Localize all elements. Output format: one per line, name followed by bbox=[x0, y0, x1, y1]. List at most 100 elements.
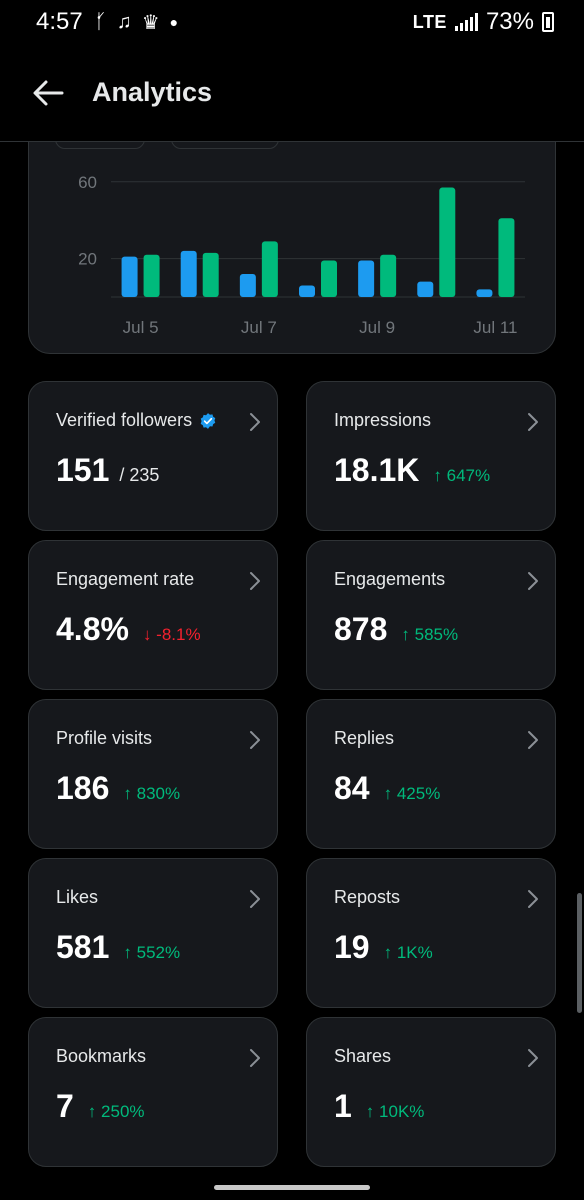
metric-row: 19 ↑ 1K% bbox=[334, 929, 529, 966]
bar-series-1-jul-7[interactable] bbox=[239, 273, 256, 297]
x-tick-label: Jul 9 bbox=[359, 318, 395, 337]
metric-change-value: 425% bbox=[396, 784, 441, 803]
metric-total: / 235 bbox=[119, 465, 160, 485]
metric-label-text: Engagements bbox=[334, 569, 446, 589]
notification-icons: ᚶ ♫ ♛ ● bbox=[95, 10, 178, 35]
metric-card-replies[interactable]: Replies 84 ↑ 425% bbox=[306, 699, 556, 849]
chevron-right-icon bbox=[528, 1049, 538, 1067]
metric-card-verified-followers[interactable]: Verified followers 151 / 235 bbox=[28, 381, 278, 531]
network-type: LTE bbox=[412, 11, 447, 32]
metric-change: ↑ 585% bbox=[401, 625, 458, 645]
metric-label: Verified followers bbox=[56, 410, 251, 431]
beats-icon: ᚶ bbox=[94, 10, 107, 33]
bar-series-1-jul-8[interactable] bbox=[299, 285, 315, 297]
metric-card-bookmarks[interactable]: Bookmarks 7 ↑ 250% bbox=[28, 1017, 278, 1167]
metric-change-value: 1K% bbox=[396, 943, 433, 962]
arrow-up-icon: ↑ bbox=[87, 1102, 97, 1121]
metric-value: 84 bbox=[334, 770, 370, 806]
metric-label: Profile visits bbox=[56, 728, 251, 749]
verified-badge-icon bbox=[200, 412, 216, 429]
bar-chart: 20 60 Jul 5 Jul 7 Jul 9 Jul 11 bbox=[78, 173, 525, 337]
metric-change: ↑ 10K% bbox=[366, 1102, 425, 1122]
x-tick-label: Jul 5 bbox=[123, 318, 159, 337]
home-indicator[interactable] bbox=[214, 1185, 370, 1190]
x-tick-label: Jul 7 bbox=[241, 318, 277, 337]
chevron-right-icon bbox=[528, 572, 538, 590]
metric-value: 7 bbox=[56, 1088, 74, 1124]
metric-value: 19 bbox=[334, 929, 370, 965]
metric-label: Engagement rate bbox=[56, 569, 251, 590]
chevron-right-icon bbox=[250, 572, 260, 590]
metric-change-value: 585% bbox=[414, 625, 459, 644]
metric-card-likes[interactable]: Likes 581 ↑ 552% bbox=[28, 858, 278, 1008]
metric-row: 186 ↑ 830% bbox=[56, 770, 251, 807]
bar-series-2-jul-6[interactable] bbox=[202, 252, 219, 297]
status-right: LTE 73% bbox=[413, 8, 554, 36]
bar-series-1-jul-11[interactable] bbox=[476, 289, 493, 297]
metric-value: 1 bbox=[334, 1088, 352, 1124]
metric-row: 84 ↑ 425% bbox=[334, 770, 529, 807]
metric-card-impressions[interactable]: Impressions 18.1K ↑ 647% bbox=[306, 381, 556, 531]
metric-change-value: -8.1% bbox=[156, 625, 201, 644]
page-title: Analytics bbox=[92, 77, 213, 107]
metric-row: 4.8% ↓ -8.1% bbox=[56, 611, 251, 648]
metric-row: 7 ↑ 250% bbox=[56, 1088, 251, 1125]
bar-series-2-jul-8[interactable] bbox=[321, 260, 337, 297]
bar-series-2-jul-9[interactable] bbox=[380, 254, 397, 297]
app-bar: Analytics bbox=[0, 44, 584, 142]
chevron-right-icon bbox=[250, 1049, 260, 1067]
arrow-up-icon: ↑ bbox=[383, 784, 393, 803]
scrollbar[interactable] bbox=[577, 893, 582, 1013]
metric-change-value: 647% bbox=[446, 466, 491, 485]
metric-value: 186 bbox=[56, 770, 110, 806]
metric-value: 878 bbox=[334, 611, 388, 647]
bar-series-2-jul-7[interactable] bbox=[261, 241, 278, 297]
bar-series-1-jul-10[interactable] bbox=[417, 281, 434, 297]
chevron-right-icon bbox=[528, 413, 538, 431]
metric-card-engagement-rate[interactable]: Engagement rate 4.8% ↓ -8.1% bbox=[28, 540, 278, 690]
metric-label-text: Engagement rate bbox=[56, 569, 195, 589]
metric-card-engagements[interactable]: Engagements 878 ↑ 585% bbox=[306, 540, 556, 690]
metric-label-text: Verified followers bbox=[56, 410, 193, 430]
metric-label-text: Bookmarks bbox=[56, 1046, 147, 1066]
bar-series-2-jul-10[interactable] bbox=[439, 187, 456, 297]
metric-change-value: 830% bbox=[136, 784, 181, 803]
metric-label-text: Profile visits bbox=[56, 728, 153, 748]
bar-series-2-jul-5[interactable] bbox=[143, 254, 160, 297]
metric-change-value: 552% bbox=[136, 943, 181, 962]
metric-row: 151 / 235 bbox=[56, 452, 251, 489]
metric-label: Shares bbox=[334, 1046, 529, 1067]
arrow-up-icon: ↑ bbox=[123, 943, 132, 962]
metric-change: ↑ 250% bbox=[88, 1102, 145, 1122]
metric-change: ↑ 552% bbox=[123, 943, 180, 963]
metric-label: Reposts bbox=[334, 887, 529, 908]
metric-label-text: Replies bbox=[334, 728, 395, 748]
metric-card-profile-visits[interactable]: Profile visits 186 ↑ 830% bbox=[28, 699, 278, 849]
metric-label-text: Reposts bbox=[334, 887, 401, 907]
status-bar: 4:57 ᚶ ♫ ♛ ● LTE 73% bbox=[0, 0, 584, 44]
back-button[interactable] bbox=[30, 75, 66, 111]
music-note-icon: ♫ bbox=[116, 10, 132, 33]
metric-card-shares[interactable]: Shares 1 ↑ 10K% bbox=[306, 1017, 556, 1167]
metric-value: 18.1K bbox=[334, 452, 420, 488]
bar-series-1-jul-9[interactable] bbox=[358, 260, 375, 297]
clock: 4:57 bbox=[36, 8, 83, 35]
metric-card-reposts[interactable]: Reposts 19 ↑ 1K% bbox=[306, 858, 556, 1008]
bar-series-2-jul-11[interactable] bbox=[498, 218, 515, 297]
metric-row: 1 ↑ 10K% bbox=[334, 1088, 529, 1125]
metric-label: Bookmarks bbox=[56, 1046, 251, 1067]
arrow-up-icon: ↑ bbox=[383, 943, 393, 962]
chevron-right-icon bbox=[250, 413, 260, 431]
metric-row: 581 ↑ 552% bbox=[56, 929, 251, 966]
arrow-up-icon: ↑ bbox=[123, 784, 132, 803]
x-tick-label: Jul 11 bbox=[473, 318, 517, 337]
bar-series-1-jul-6[interactable] bbox=[180, 250, 197, 297]
metric-change: ↑ 647% bbox=[433, 466, 490, 486]
bar-series-1-jul-5[interactable] bbox=[121, 256, 138, 297]
arrow-down-icon: ↓ bbox=[142, 625, 152, 644]
y-tick-label: 60 bbox=[78, 173, 97, 192]
dot-icon: ● bbox=[169, 14, 179, 30]
metric-row: 878 ↑ 585% bbox=[334, 611, 529, 648]
chevron-right-icon bbox=[250, 731, 260, 749]
status-left: 4:57 ᚶ ♫ ♛ ● bbox=[36, 8, 178, 36]
